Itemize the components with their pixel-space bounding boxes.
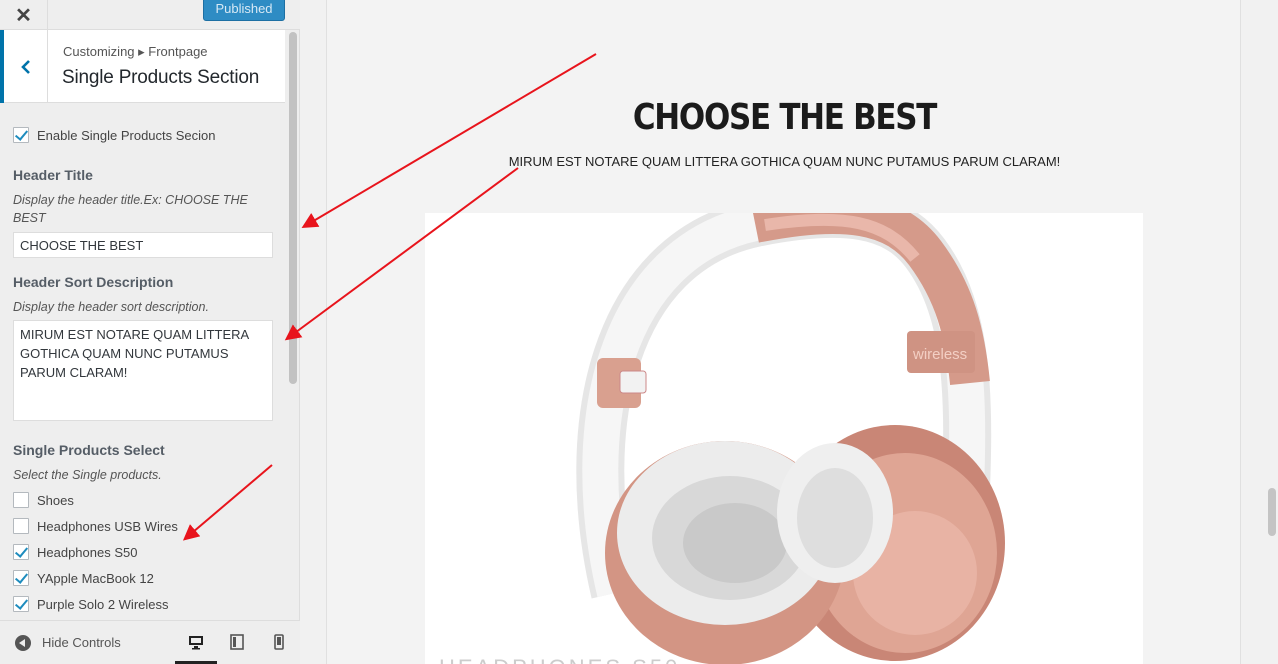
header-desc-description: Display the header sort description. <box>13 300 209 314</box>
preview-section-description: MIRUM EST NOTARE QUAM LITTERA GOTHICA QU… <box>508 154 1061 169</box>
product-checkbox-purple-solo[interactable] <box>13 596 29 612</box>
mobile-icon[interactable] <box>270 633 288 651</box>
enable-section-checkbox[interactable] <box>13 127 29 143</box>
product-label-shoes[interactable]: Shoes <box>37 493 74 508</box>
customizer-footer: Hide Controls <box>0 620 300 664</box>
rose-gold-headphones-image: wireless <box>576 213 1005 664</box>
customizer-header: ✕ Published <box>0 0 300 30</box>
product-checkbox-shoes[interactable] <box>13 492 29 508</box>
sidebar-scrollbar[interactable] <box>287 30 299 620</box>
controls-panel: Enable Single Products Secion Header Tit… <box>0 104 286 620</box>
section-title: Single Products Section <box>62 67 260 88</box>
page-scrollbar[interactable] <box>1268 488 1276 536</box>
hide-controls-label[interactable]: Hide Controls <box>42 635 121 650</box>
headphone-brand-text: wireless <box>912 346 967 363</box>
sidebar-scroll-thumb[interactable] <box>289 32 297 384</box>
back-button[interactable] <box>0 30 48 103</box>
product-label-headphones-s50[interactable]: Headphones S50 <box>37 545 137 560</box>
header-title-description: Display the header title.Ex: CHOOSE THE … <box>13 193 248 225</box>
close-customizer-button[interactable]: ✕ <box>0 0 48 30</box>
product-checkbox-macbook[interactable] <box>13 570 29 586</box>
header-title-input[interactable] <box>13 232 273 258</box>
tablet-icon[interactable] <box>228 633 246 651</box>
product-label-macbook[interactable]: YApple MacBook 12 <box>37 571 154 586</box>
header-desc-heading: Header Sort Description <box>13 274 174 290</box>
product-label-headphones-usb[interactable]: Headphones USB Wires <box>37 519 178 534</box>
product-name: HEADPHONES S50 <box>439 655 680 664</box>
customizer-sidebar: ✕ Published Customizing ▸ Frontpage Sing… <box>0 0 300 664</box>
enable-section-label[interactable]: Enable Single Products Secion <box>37 128 216 143</box>
site-preview: CHOOSE THE BEST MIRUM EST NOTARE QUAM LI… <box>326 0 1241 664</box>
chevron-left-icon <box>20 59 30 74</box>
desktop-icon[interactable] <box>187 633 205 651</box>
product-card[interactable]: wireless HEADPHONES S50 <box>425 213 1143 664</box>
preview-section-title: CHOOSE THE BEST <box>632 97 938 138</box>
products-select-heading: Single Products Select <box>13 442 165 458</box>
breadcrumb: Customizing ▸ Frontpage <box>63 44 208 59</box>
hide-controls-icon[interactable] <box>15 635 31 651</box>
header-desc-textarea[interactable]: MIRUM EST NOTARE QUAM LITTERA GOTHICA QU… <box>13 320 273 421</box>
product-checkbox-headphones-s50[interactable] <box>13 544 29 560</box>
product-checkbox-headphones-usb[interactable] <box>13 518 29 534</box>
product-label-purple-solo[interactable]: Purple Solo 2 Wireless <box>37 597 169 612</box>
header-title-heading: Header Title <box>13 167 93 183</box>
publish-button[interactable]: Published <box>203 0 285 21</box>
close-icon: ✕ <box>15 4 32 27</box>
products-select-description: Select the Single products. <box>13 468 162 482</box>
section-header: Customizing ▸ Frontpage Single Products … <box>0 30 285 103</box>
